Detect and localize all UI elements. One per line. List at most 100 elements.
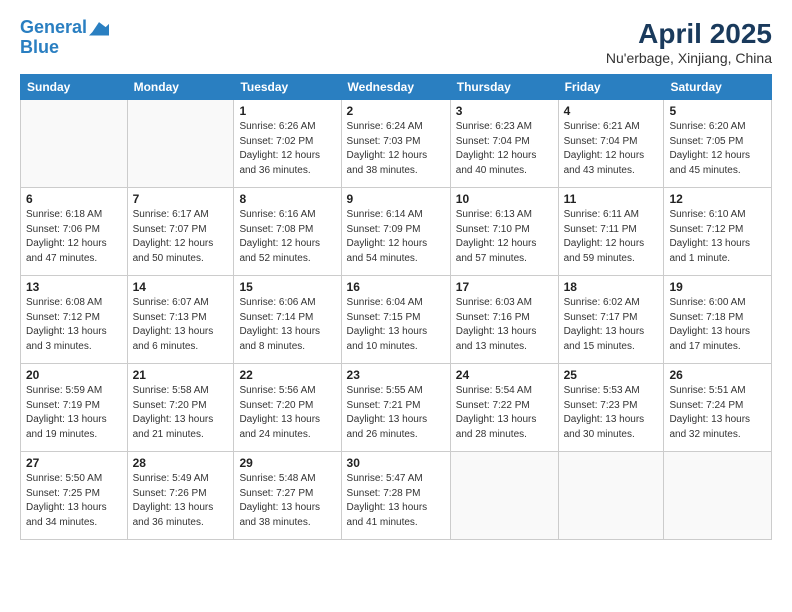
week-row-0: 1 Sunrise: 6:26 AM Sunset: 7:02 PM Daylig… [21, 100, 772, 188]
day-detail: Sunrise: 6:03 AM Sunset: 7:16 PM Dayligh… [456, 296, 553, 354]
calendar-cell: 21 Sunrise: 5:58 AM Sunset: 7:20 PM Dayli… [127, 364, 234, 452]
day-number: 2 [347, 104, 445, 118]
day-detail: Sunrise: 5:54 AM Sunset: 7:22 PM Dayligh… [456, 384, 553, 442]
day-number: 8 [239, 192, 335, 206]
day-number: 24 [456, 368, 553, 382]
day-detail: Sunrise: 6:17 AM Sunset: 7:07 PM Dayligh… [133, 208, 229, 266]
calendar-cell: 5 Sunrise: 6:20 AM Sunset: 7:05 PM Daylig… [664, 100, 772, 188]
day-detail: Sunrise: 6:10 AM Sunset: 7:12 PM Dayligh… [669, 208, 766, 266]
calendar-cell: 24 Sunrise: 5:54 AM Sunset: 7:22 PM Dayli… [450, 364, 558, 452]
calendar-cell: 16 Sunrise: 6:04 AM Sunset: 7:15 PM Dayli… [341, 276, 450, 364]
day-detail: Sunrise: 6:18 AM Sunset: 7:06 PM Dayligh… [26, 208, 122, 266]
calendar-cell [450, 452, 558, 540]
calendar-cell: 6 Sunrise: 6:18 AM Sunset: 7:06 PM Daylig… [21, 188, 128, 276]
subtitle: Nu'erbage, Xinjiang, China [606, 50, 772, 66]
calendar-cell [127, 100, 234, 188]
main-title: April 2025 [606, 18, 772, 50]
calendar-cell: 8 Sunrise: 6:16 AM Sunset: 7:08 PM Daylig… [234, 188, 341, 276]
day-number: 3 [456, 104, 553, 118]
day-number: 7 [133, 192, 229, 206]
logo-icon [89, 18, 109, 38]
calendar-cell: 15 Sunrise: 6:06 AM Sunset: 7:14 PM Dayli… [234, 276, 341, 364]
day-detail: Sunrise: 6:08 AM Sunset: 7:12 PM Dayligh… [26, 296, 122, 354]
calendar-cell: 14 Sunrise: 6:07 AM Sunset: 7:13 PM Dayli… [127, 276, 234, 364]
day-detail: Sunrise: 5:50 AM Sunset: 7:25 PM Dayligh… [26, 472, 122, 530]
calendar-cell: 30 Sunrise: 5:47 AM Sunset: 7:28 PM Dayli… [341, 452, 450, 540]
day-number: 22 [239, 368, 335, 382]
day-number: 17 [456, 280, 553, 294]
day-number: 29 [239, 456, 335, 470]
day-number: 21 [133, 368, 229, 382]
day-number: 5 [669, 104, 766, 118]
day-number: 28 [133, 456, 229, 470]
day-number: 30 [347, 456, 445, 470]
calendar-cell [558, 452, 664, 540]
calendar-cell: 25 Sunrise: 5:53 AM Sunset: 7:23 PM Dayli… [558, 364, 664, 452]
logo-line2: Blue [20, 38, 109, 58]
day-header-monday: Monday [127, 75, 234, 100]
day-detail: Sunrise: 6:20 AM Sunset: 7:05 PM Dayligh… [669, 120, 766, 178]
logo-line1: General [20, 17, 87, 37]
day-detail: Sunrise: 5:49 AM Sunset: 7:26 PM Dayligh… [133, 472, 229, 530]
day-number: 11 [564, 192, 659, 206]
day-number: 12 [669, 192, 766, 206]
day-detail: Sunrise: 6:11 AM Sunset: 7:11 PM Dayligh… [564, 208, 659, 266]
day-number: 25 [564, 368, 659, 382]
header: General Blue April 2025 Nu'erbage, Xinji… [20, 18, 772, 66]
week-row-1: 6 Sunrise: 6:18 AM Sunset: 7:06 PM Daylig… [21, 188, 772, 276]
calendar-cell: 11 Sunrise: 6:11 AM Sunset: 7:11 PM Dayli… [558, 188, 664, 276]
day-number: 26 [669, 368, 766, 382]
week-row-2: 13 Sunrise: 6:08 AM Sunset: 7:12 PM Dayli… [21, 276, 772, 364]
day-number: 1 [239, 104, 335, 118]
calendar-header-row: SundayMondayTuesdayWednesdayThursdayFrid… [21, 75, 772, 100]
day-number: 9 [347, 192, 445, 206]
day-number: 10 [456, 192, 553, 206]
day-detail: Sunrise: 5:48 AM Sunset: 7:27 PM Dayligh… [239, 472, 335, 530]
day-header-wednesday: Wednesday [341, 75, 450, 100]
calendar-cell [21, 100, 128, 188]
day-number: 15 [239, 280, 335, 294]
calendar-cell: 22Sunrise: 5:56 AM Sunset: 7:20 PM Dayli… [234, 364, 341, 452]
week-row-4: 27Sunrise: 5:50 AM Sunset: 7:25 PM Dayli… [21, 452, 772, 540]
day-detail: Sunrise: 6:21 AM Sunset: 7:04 PM Dayligh… [564, 120, 659, 178]
day-detail: Sunrise: 6:02 AM Sunset: 7:17 PM Dayligh… [564, 296, 659, 354]
day-detail: Sunrise: 6:07 AM Sunset: 7:13 PM Dayligh… [133, 296, 229, 354]
day-detail: Sunrise: 5:47 AM Sunset: 7:28 PM Dayligh… [347, 472, 445, 530]
calendar-cell: 18Sunrise: 6:02 AM Sunset: 7:17 PM Dayli… [558, 276, 664, 364]
day-detail: Sunrise: 5:53 AM Sunset: 7:23 PM Dayligh… [564, 384, 659, 442]
calendar-cell: 10Sunrise: 6:13 AM Sunset: 7:10 PM Dayli… [450, 188, 558, 276]
day-number: 16 [347, 280, 445, 294]
logo: General Blue [20, 18, 109, 58]
day-number: 6 [26, 192, 122, 206]
calendar-cell: 29 Sunrise: 5:48 AM Sunset: 7:27 PM Dayli… [234, 452, 341, 540]
day-number: 13 [26, 280, 122, 294]
calendar-cell: 23Sunrise: 5:55 AM Sunset: 7:21 PM Dayli… [341, 364, 450, 452]
day-detail: Sunrise: 6:16 AM Sunset: 7:08 PM Dayligh… [239, 208, 335, 266]
calendar-cell: 3 Sunrise: 6:23 AM Sunset: 7:04 PM Daylig… [450, 100, 558, 188]
calendar-cell: 26 Sunrise: 5:51 AM Sunset: 7:24 PM Dayli… [664, 364, 772, 452]
day-detail: Sunrise: 6:04 AM Sunset: 7:15 PM Dayligh… [347, 296, 445, 354]
day-detail: Sunrise: 5:59 AM Sunset: 7:19 PM Dayligh… [26, 384, 122, 442]
calendar-cell: 9Sunrise: 6:14 AM Sunset: 7:09 PM Daylig… [341, 188, 450, 276]
day-detail: Sunrise: 5:58 AM Sunset: 7:20 PM Dayligh… [133, 384, 229, 442]
day-detail: Sunrise: 6:06 AM Sunset: 7:14 PM Dayligh… [239, 296, 335, 354]
day-detail: Sunrise: 6:26 AM Sunset: 7:02 PM Dayligh… [239, 120, 335, 178]
calendar-cell: 12 Sunrise: 6:10 AM Sunset: 7:12 PM Dayli… [664, 188, 772, 276]
title-block: April 2025 Nu'erbage, Xinjiang, China [606, 18, 772, 66]
day-detail: Sunrise: 6:23 AM Sunset: 7:04 PM Dayligh… [456, 120, 553, 178]
day-number: 14 [133, 280, 229, 294]
page: General Blue April 2025 Nu'erbage, Xinji… [0, 0, 792, 612]
calendar-cell: 1 Sunrise: 6:26 AM Sunset: 7:02 PM Daylig… [234, 100, 341, 188]
calendar-cell: 4Sunrise: 6:21 AM Sunset: 7:04 PM Daylig… [558, 100, 664, 188]
day-header-friday: Friday [558, 75, 664, 100]
calendar-cell: 20Sunrise: 5:59 AM Sunset: 7:19 PM Dayli… [21, 364, 128, 452]
calendar-cell [664, 452, 772, 540]
day-number: 19 [669, 280, 766, 294]
day-detail: Sunrise: 6:00 AM Sunset: 7:18 PM Dayligh… [669, 296, 766, 354]
day-header-saturday: Saturday [664, 75, 772, 100]
calendar-cell: 2Sunrise: 6:24 AM Sunset: 7:03 PM Daylig… [341, 100, 450, 188]
day-number: 23 [347, 368, 445, 382]
day-detail: Sunrise: 5:51 AM Sunset: 7:24 PM Dayligh… [669, 384, 766, 442]
calendar-cell: 19 Sunrise: 6:00 AM Sunset: 7:18 PM Dayli… [664, 276, 772, 364]
calendar-cell: 28 Sunrise: 5:49 AM Sunset: 7:26 PM Dayli… [127, 452, 234, 540]
